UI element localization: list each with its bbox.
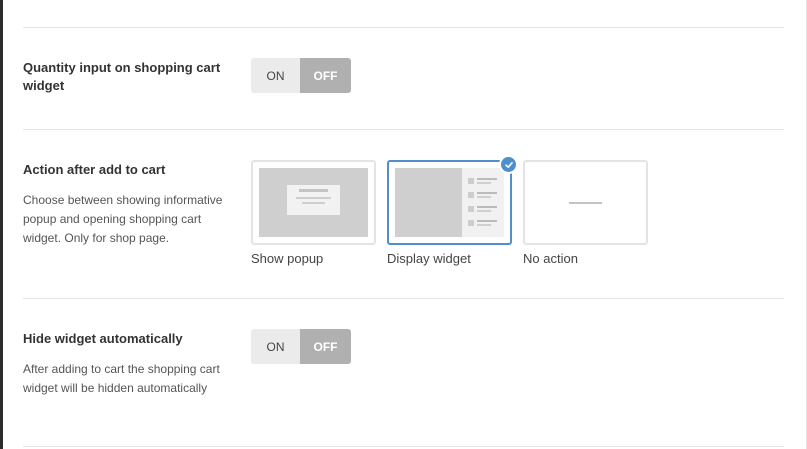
toggle-off-option[interactable]: OFF (300, 58, 351, 93)
option-no-action[interactable] (523, 160, 648, 245)
toggle-off-option[interactable]: OFF (300, 329, 351, 364)
widget-preview-image (395, 168, 504, 237)
toggle-on-option[interactable]: ON (251, 329, 300, 364)
no-action-dash-icon (569, 202, 602, 204)
quantity-input-toggle[interactable]: ON OFF (251, 58, 351, 93)
toggle-on-option[interactable]: ON (251, 58, 300, 93)
hide-widget-toggle[interactable]: ON OFF (251, 329, 351, 364)
section-divider (23, 446, 784, 447)
option-no-action-label[interactable]: No action (523, 251, 578, 267)
quantity-input-label: Quantity input on shopping cart widget (23, 60, 221, 93)
option-display-widget-label[interactable]: Display widget (387, 251, 471, 267)
option-display-widget[interactable] (387, 155, 518, 245)
option-show-popup-label[interactable]: Show popup (251, 251, 323, 267)
action-after-add-description: Choose between showing informative popup… (23, 193, 223, 245)
section-divider (23, 27, 784, 28)
hide-widget-description: After adding to cart the shopping cart w… (23, 362, 220, 395)
option-show-popup[interactable] (251, 160, 376, 245)
section-divider (23, 298, 784, 299)
selected-check-icon (499, 155, 518, 174)
popup-preview-image (259, 168, 368, 237)
hide-widget-label: Hide widget automatically (23, 331, 183, 346)
action-after-add-label: Action after add to cart (23, 162, 166, 177)
section-divider (23, 129, 784, 130)
left-edge-border (0, 0, 3, 449)
